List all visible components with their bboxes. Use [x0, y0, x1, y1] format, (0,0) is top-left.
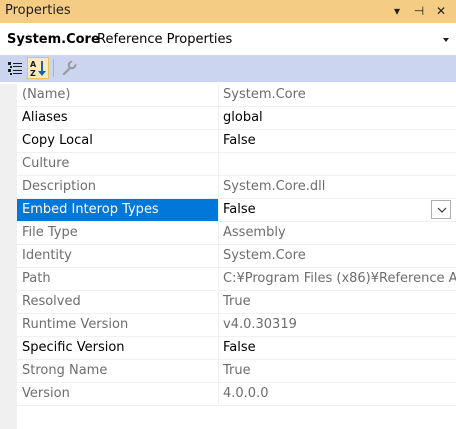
property-row-version[interactable]: Version 4.0.0.0 [17, 383, 456, 406]
property-row-strong-name[interactable]: Strong Name True [17, 360, 456, 383]
close-button[interactable]: ✕ [433, 2, 449, 20]
property-row-path[interactable]: Path C:¥Program Files (x86)¥Reference A [17, 268, 456, 291]
window-title: Properties [5, 3, 71, 18]
svg-text:A: A [30, 60, 37, 69]
categorized-button[interactable] [5, 57, 27, 79]
property-row-description[interactable]: Description System.Core.dll [17, 176, 456, 199]
alphabetical-sort-icon: A Z [30, 60, 46, 78]
object-type: Reference Properties [97, 32, 233, 47]
property-value[interactable]: System.Core.dll [219, 176, 456, 198]
property-value[interactable]: C:¥Program Files (x86)¥Reference A [219, 268, 456, 290]
property-value[interactable]: System.Core [219, 245, 456, 267]
svg-text:Z: Z [30, 69, 36, 78]
property-value[interactable]: System.Core [219, 84, 456, 106]
property-row-embed-interop-types[interactable]: Embed Interop Types False [17, 199, 456, 222]
alphabetical-button[interactable]: A Z [27, 57, 49, 79]
property-name: Strong Name [22, 363, 108, 378]
property-row-identity[interactable]: Identity System.Core [17, 245, 456, 268]
property-row-resolved[interactable]: Resolved True [17, 291, 456, 314]
dropdown-button[interactable] [431, 200, 451, 219]
property-row-runtime-version[interactable]: Runtime Version v4.0.30319 [17, 314, 456, 337]
chevron-down-icon [437, 207, 447, 213]
autohide-pin-button[interactable]: ⊣ [411, 2, 427, 20]
property-name: Aliases [22, 110, 68, 125]
wrench-icon [62, 60, 77, 76]
property-name: Runtime Version [22, 317, 129, 332]
property-row-copy-local[interactable]: Copy Local False [17, 130, 456, 153]
property-row-specific-version[interactable]: Specific Version False [17, 337, 456, 360]
property-name: Specific Version [22, 340, 125, 355]
property-value[interactable] [219, 153, 456, 175]
window-position-dropdown-button[interactable]: ▾ [389, 2, 405, 20]
property-row-culture[interactable]: Culture [17, 153, 456, 176]
property-name: File Type [22, 225, 78, 240]
property-grid-gutter [0, 84, 17, 429]
property-row-aliases[interactable]: Aliases global [17, 107, 456, 130]
property-name: Path [22, 271, 51, 286]
property-value[interactable]: True [219, 360, 456, 382]
property-value[interactable]: 4.0.0.0 [219, 383, 456, 405]
property-value[interactable]: True [219, 291, 456, 313]
object-selector[interactable]: System.Core Reference Properties [0, 28, 456, 52]
chevron-down-icon[interactable] [443, 38, 449, 42]
property-row-file-type[interactable]: File Type Assembly [17, 222, 456, 245]
property-name: Version [22, 386, 70, 401]
property-value[interactable]: Assembly [219, 222, 456, 244]
property-name: Copy Local [22, 133, 93, 148]
property-row-name[interactable]: (Name) System.Core [17, 84, 456, 107]
property-value[interactable]: False [219, 337, 456, 359]
property-name: Culture [22, 156, 70, 171]
property-name: Description [22, 179, 97, 194]
property-value[interactable]: v4.0.30319 [219, 314, 456, 336]
categorized-icon [8, 62, 22, 75]
property-value[interactable]: global [219, 107, 456, 129]
properties-title-bar: Properties ▾ ⊣ ✕ [0, 0, 456, 23]
property-grid: (Name) System.Core Aliases global Copy L… [0, 84, 456, 429]
property-pages-button[interactable] [59, 57, 81, 79]
toolbar-separator [53, 59, 54, 77]
property-name: Resolved [22, 294, 81, 309]
property-name: Identity [22, 248, 72, 263]
property-name: (Name) [22, 87, 71, 102]
property-name: Embed Interop Types [17, 199, 218, 221]
property-value-dropdown[interactable]: False [219, 199, 456, 221]
property-value[interactable]: False [219, 130, 456, 152]
properties-toolbar: A Z [0, 55, 456, 82]
object-name: System.Core [7, 32, 100, 47]
